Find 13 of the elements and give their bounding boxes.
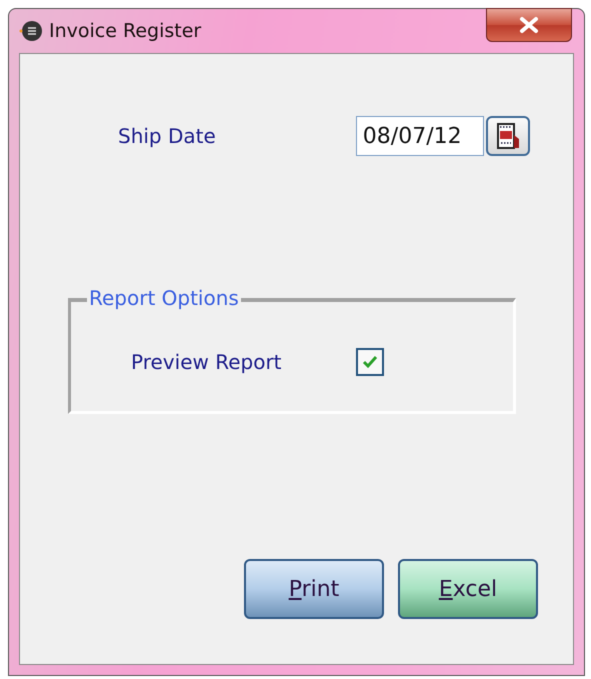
ship-date-label: Ship Date — [118, 124, 216, 148]
preview-report-label: Preview Report — [131, 350, 282, 374]
close-button[interactable] — [486, 8, 572, 42]
check-icon — [362, 355, 378, 369]
date-field[interactable]: 08/07/12 — [356, 116, 484, 156]
print-button[interactable]: Print — [244, 559, 384, 619]
preview-checkbox[interactable] — [356, 348, 384, 376]
app-logo-icon — [19, 19, 43, 43]
window-title: Invoice Register — [49, 20, 202, 42]
calendar-icon — [494, 121, 521, 151]
excel-button[interactable]: Excel — [398, 559, 538, 619]
calendar-button[interactable] — [486, 116, 530, 156]
close-icon — [518, 16, 540, 34]
